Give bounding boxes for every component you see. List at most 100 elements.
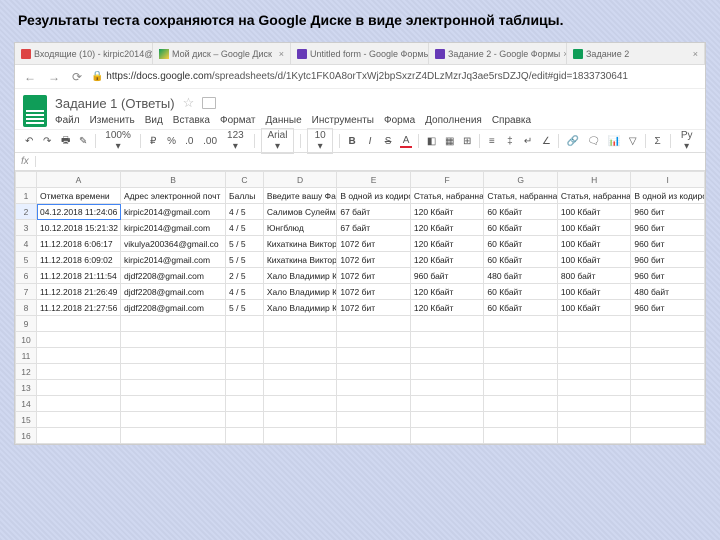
cell[interactable]: 1072 бит xyxy=(337,236,411,252)
cell[interactable]: Баллы xyxy=(226,188,264,204)
cell[interactable]: Адрес электронной почт xyxy=(121,188,226,204)
filter-button[interactable]: ▽ xyxy=(627,136,639,147)
document-title[interactable]: Задание 1 (Ответы) xyxy=(55,96,175,111)
column-header[interactable]: G xyxy=(484,172,558,188)
row-header[interactable]: 13 xyxy=(16,380,37,396)
cell[interactable] xyxy=(484,348,558,364)
cell[interactable] xyxy=(410,428,484,444)
cell[interactable] xyxy=(557,428,631,444)
cell[interactable]: kirpic2014@gmail.com xyxy=(121,220,226,236)
link-button[interactable]: 🔗 xyxy=(565,136,580,147)
column-header[interactable]: D xyxy=(263,172,337,188)
currency-button[interactable]: ₽ xyxy=(147,136,159,147)
merge-button[interactable]: ⊞ xyxy=(461,136,473,147)
select-all-corner[interactable] xyxy=(16,172,37,188)
strike-button[interactable]: S xyxy=(382,136,394,147)
cell[interactable] xyxy=(263,412,337,428)
cell[interactable] xyxy=(631,428,705,444)
column-header[interactable]: H xyxy=(557,172,631,188)
cell[interactable] xyxy=(226,412,264,428)
cell[interactable] xyxy=(557,364,631,380)
cell[interactable] xyxy=(226,332,264,348)
cell[interactable] xyxy=(37,364,121,380)
cell[interactable] xyxy=(121,428,226,444)
cell[interactable] xyxy=(226,348,264,364)
nav-reload-button[interactable]: ⟳ xyxy=(69,70,85,84)
cell[interactable] xyxy=(337,412,411,428)
column-header[interactable]: I xyxy=(631,172,705,188)
cell[interactable] xyxy=(410,396,484,412)
browser-tab[interactable]: Untitled form - Google Формы× xyxy=(291,43,429,64)
cell[interactable]: 960 бит xyxy=(631,252,705,268)
row-header[interactable]: 3 xyxy=(16,220,37,236)
row-header[interactable]: 2 xyxy=(16,204,37,220)
cell[interactable] xyxy=(263,380,337,396)
cell[interactable] xyxy=(484,364,558,380)
cell[interactable] xyxy=(557,396,631,412)
cell[interactable] xyxy=(337,332,411,348)
cell[interactable]: 480 байт xyxy=(631,284,705,300)
cell[interactable]: Отметка времени xyxy=(37,188,121,204)
cell[interactable]: Хало Владимир Констан xyxy=(263,268,337,284)
cell[interactable]: 960 бит xyxy=(631,300,705,316)
cell[interactable]: 1072 бит xyxy=(337,268,411,284)
cell[interactable]: 1072 бит xyxy=(337,300,411,316)
cell[interactable] xyxy=(410,364,484,380)
cell[interactable] xyxy=(337,380,411,396)
text-color-button[interactable]: A xyxy=(400,135,412,148)
row-header[interactable]: 14 xyxy=(16,396,37,412)
cell[interactable] xyxy=(631,316,705,332)
cell[interactable]: 120 Кбайт xyxy=(410,284,484,300)
cell[interactable] xyxy=(410,348,484,364)
cell[interactable] xyxy=(410,412,484,428)
cell[interactable] xyxy=(484,412,558,428)
row-header[interactable]: 15 xyxy=(16,412,37,428)
cell[interactable]: 5 / 5 xyxy=(226,252,264,268)
cell[interactable]: 60 Кбайт xyxy=(484,300,558,316)
rotate-button[interactable]: ∠ xyxy=(540,136,552,147)
zoom-select[interactable]: 100% ▾ xyxy=(102,130,134,152)
nav-back-button[interactable]: ← xyxy=(21,70,39,84)
cell[interactable]: 60 Кбайт xyxy=(484,220,558,236)
cell[interactable]: 2 / 5 xyxy=(226,268,264,284)
cell[interactable]: Статья, набранная на ко xyxy=(410,188,484,204)
cell[interactable]: 11.12.2018 21:11:54 xyxy=(37,268,121,284)
formula-input[interactable] xyxy=(36,156,705,167)
row-header[interactable]: 12 xyxy=(16,364,37,380)
cell[interactable]: 5 / 5 xyxy=(226,300,264,316)
cell[interactable] xyxy=(37,380,121,396)
cell[interactable]: 11.12.2018 6:09:02 xyxy=(37,252,121,268)
cell[interactable]: 11.12.2018 21:27:56 xyxy=(37,300,121,316)
cell[interactable] xyxy=(337,428,411,444)
cell[interactable]: 480 байт xyxy=(484,268,558,284)
menu-item[interactable]: Дополнения xyxy=(425,115,482,126)
cell[interactable] xyxy=(37,428,121,444)
cell[interactable]: 100 Кбайт xyxy=(557,284,631,300)
cell[interactable] xyxy=(557,412,631,428)
cell[interactable] xyxy=(226,396,264,412)
nav-forward-button[interactable]: → xyxy=(45,70,63,84)
cell[interactable]: Статья, набранная на ко xyxy=(557,188,631,204)
cell[interactable] xyxy=(263,428,337,444)
cell[interactable]: 5 / 5 xyxy=(226,236,264,252)
cell[interactable]: 100 Кбайт xyxy=(557,220,631,236)
cell[interactable]: 04.12.2018 11:24:06 xyxy=(37,204,121,220)
cell[interactable]: В одной из кодирово xyxy=(631,188,705,204)
cell[interactable] xyxy=(484,396,558,412)
cell[interactable]: 100 Кбайт xyxy=(557,252,631,268)
cell[interactable]: 60 Кбайт xyxy=(484,236,558,252)
cell[interactable] xyxy=(121,396,226,412)
star-icon[interactable]: ☆ xyxy=(183,95,195,111)
browser-tab[interactable]: Входящие (10) - kirpic2014@g× xyxy=(15,43,153,64)
wrap-button[interactable]: ↵ xyxy=(522,136,534,147)
cell[interactable]: Юнгблюд xyxy=(263,220,337,236)
menu-item[interactable]: Формат xyxy=(220,115,256,126)
cell[interactable] xyxy=(37,316,121,332)
cell[interactable] xyxy=(226,380,264,396)
menu-item[interactable]: Инструменты xyxy=(312,115,374,126)
print-button[interactable]: 🖶 xyxy=(59,133,71,150)
row-header[interactable]: 10 xyxy=(16,332,37,348)
cell[interactable]: 67 байт xyxy=(337,204,411,220)
cell[interactable]: 4 / 5 xyxy=(226,220,264,236)
cell[interactable] xyxy=(37,348,121,364)
